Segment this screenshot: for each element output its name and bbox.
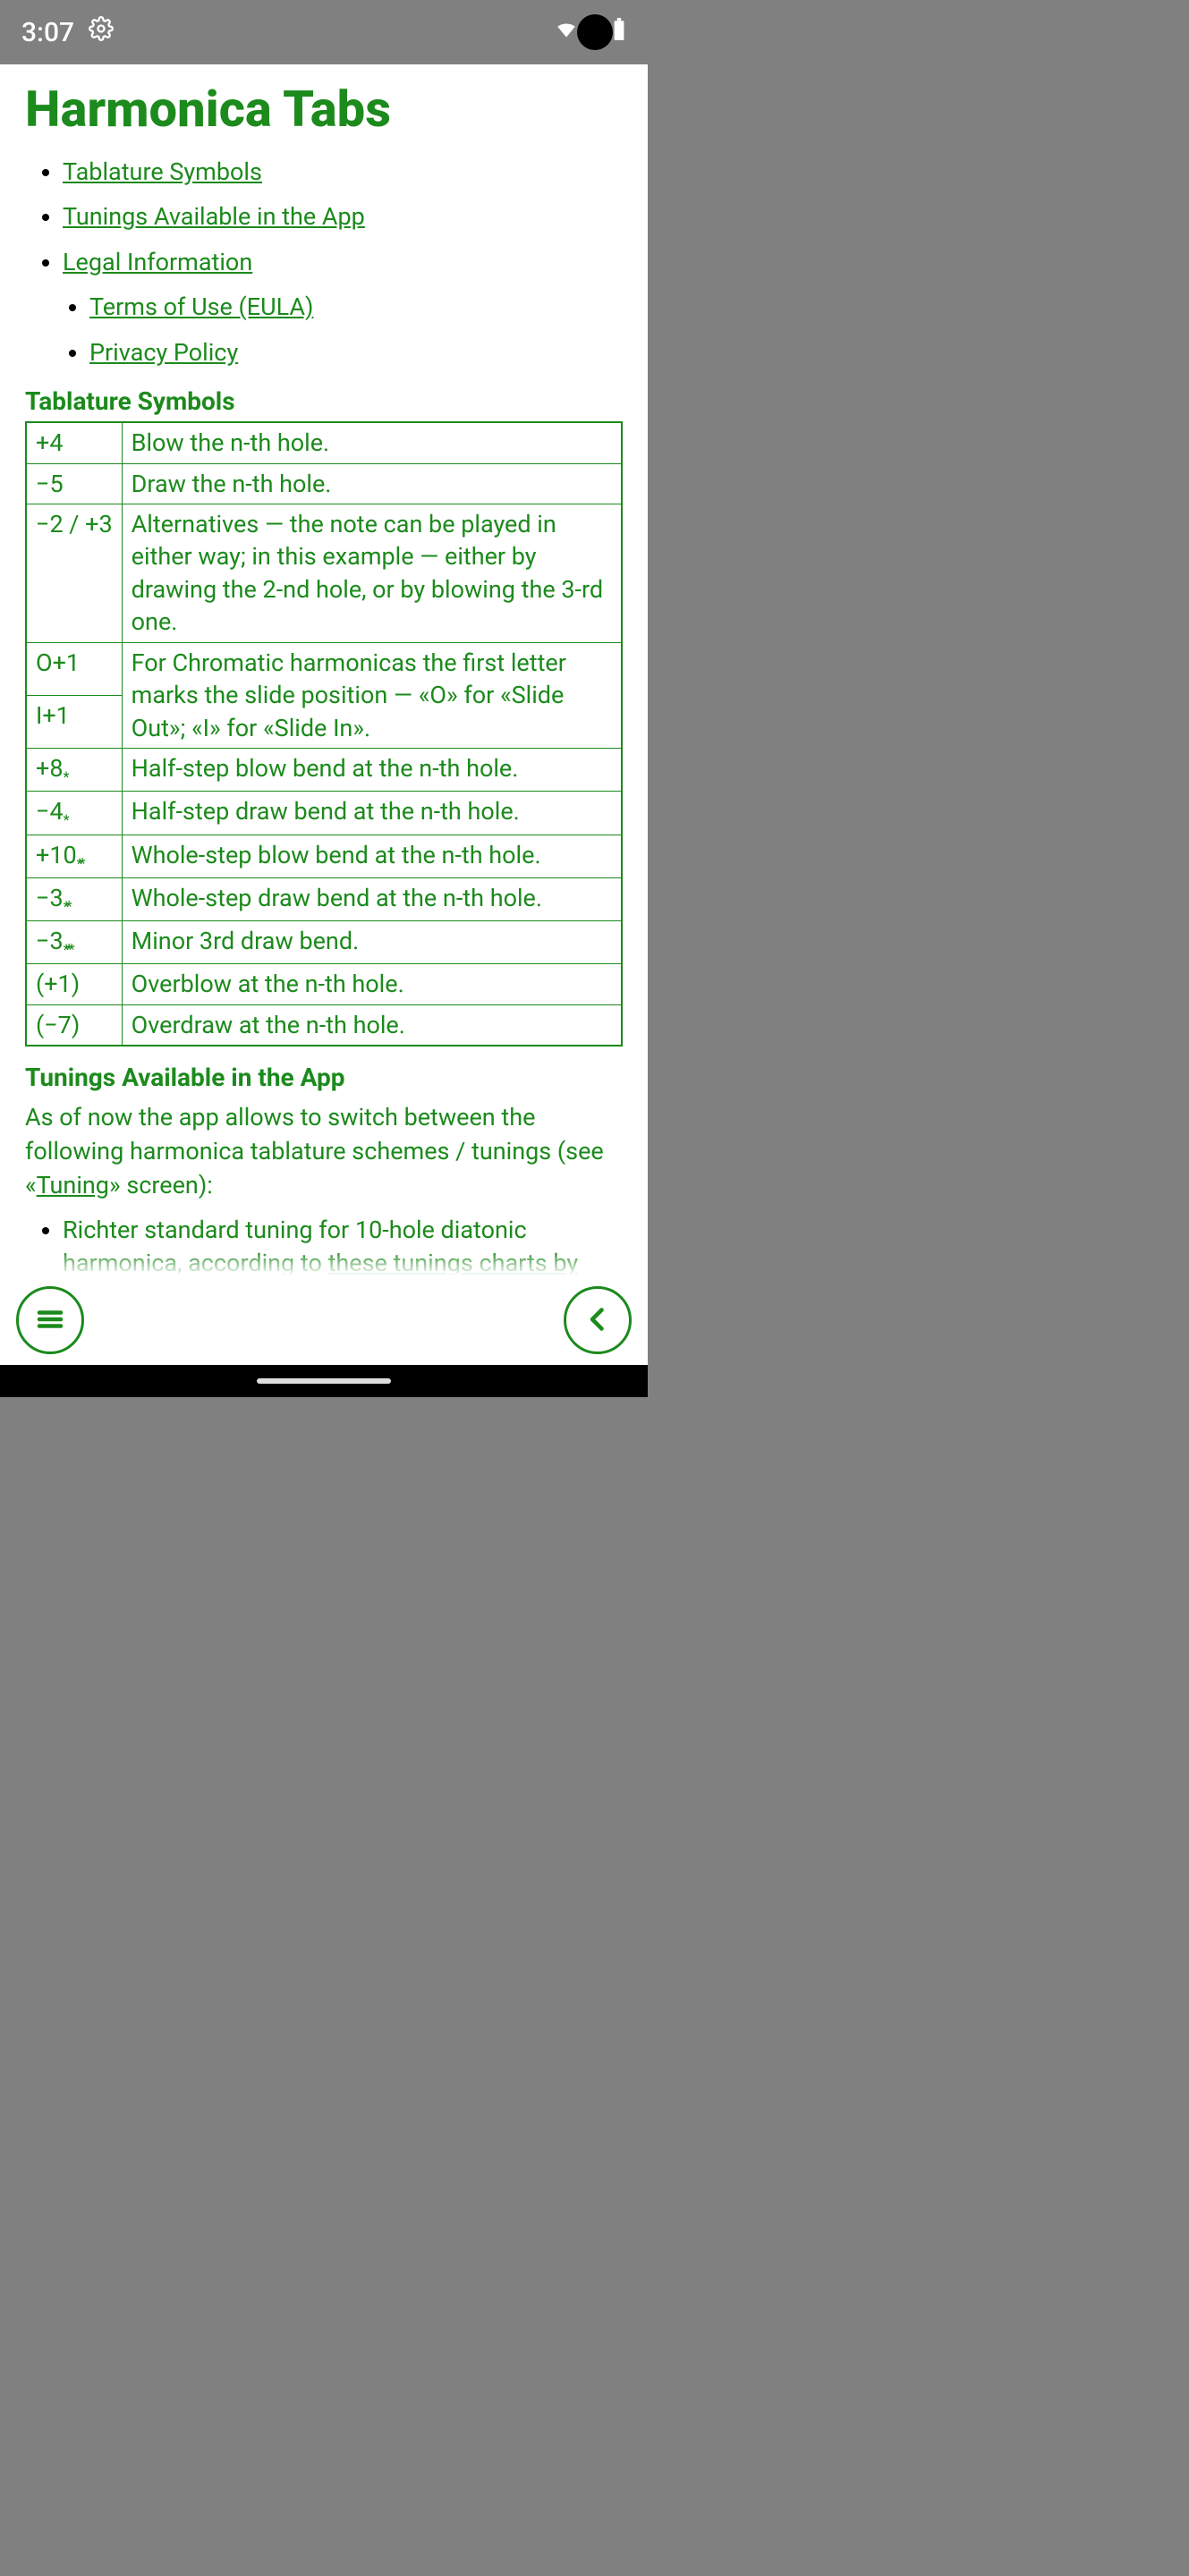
desc-cell: For Chromatic harmonicas the first lette…: [122, 642, 622, 748]
desc-cell: Whole-step draw bend at the n-th hole.: [122, 877, 622, 920]
toc-link-tunings[interactable]: Tunings Available in the App: [63, 202, 365, 231]
symbol-cell: (−7): [26, 1004, 122, 1046]
table-row: −3***Minor 3rd draw bend.: [26, 921, 622, 964]
battery-icon: [612, 17, 626, 48]
toc-link-terms[interactable]: Terms of Use (EULA): [89, 292, 313, 321]
system-nav-bar: [0, 1365, 648, 1397]
tuning-link[interactable]: Tuning: [37, 1171, 109, 1199]
symbol-cell: −3**: [26, 877, 122, 920]
symbol-cell: −3***: [26, 921, 122, 964]
bottom-bar: [0, 1275, 648, 1365]
table-row: −5Draw the n-th hole.: [26, 463, 622, 504]
desc-cell: Blow the n-th hole.: [122, 422, 622, 463]
symbol-cell: +8*: [26, 749, 122, 792]
tunings-intro: As of now the app allows to switch betwe…: [25, 1101, 623, 1202]
toc-link-privacy[interactable]: Privacy Policy: [89, 338, 238, 367]
symbol-cell: −4*: [26, 792, 122, 835]
menu-button[interactable]: [16, 1286, 84, 1354]
table-row: −2 / +3Alternatives — the note can be pl…: [26, 504, 622, 642]
tunings-list: Richter standard tuning for 10-hole diat…: [25, 1214, 623, 1275]
nav-pill[interactable]: [257, 1378, 391, 1384]
desc-cell: Alternatives — the note can be played in…: [122, 504, 622, 642]
desc-cell: Half-step blow bend at the n-th hole.: [122, 749, 622, 792]
desc-cell: Minor 3rd draw bend.: [122, 921, 622, 964]
desc-cell: Overblow at the n-th hole.: [122, 964, 622, 1004]
menu-icon: [34, 1303, 66, 1338]
table-row: +4Blow the n-th hole.: [26, 422, 622, 463]
camera-cutout: [577, 14, 613, 50]
symbol-cell: O+1: [26, 642, 122, 695]
table-row: −3**Whole-step draw bend at the n-th hol…: [26, 877, 622, 920]
table-row: (+1)Overblow at the n-th hole.: [26, 964, 622, 1004]
list-item: Richter standard tuning for 10-hole diat…: [63, 1214, 623, 1275]
toc-link-legal[interactable]: Legal Information: [63, 248, 252, 276]
section-heading-tunings: Tunings Available in the App: [25, 1063, 623, 1092]
gear-icon: [89, 16, 114, 48]
text: » screen):: [109, 1171, 213, 1199]
desc-cell: Whole-step blow bend at the n-th hole.: [122, 835, 622, 877]
table-row: +10**Whole-step blow bend at the n-th ho…: [26, 835, 622, 877]
symbol-cell: +10**: [26, 835, 122, 877]
desc-cell: Half-step draw bend at the n-th hole.: [122, 792, 622, 835]
symbol-cell: −5: [26, 463, 122, 504]
symbol-cell: −2 / +3: [26, 504, 122, 642]
content-scroll[interactable]: Harmonica Tabs Tablature Symbols Tunings…: [0, 64, 648, 1275]
chevron-left-icon: [582, 1303, 614, 1338]
table-of-contents: Tablature Symbols Tunings Available in t…: [25, 154, 623, 371]
desc-cell: Overdraw at the n-th hole.: [122, 1004, 622, 1046]
table-row: (−7)Overdraw at the n-th hole.: [26, 1004, 622, 1046]
symbols-table: +4Blow the n-th hole. −5Draw the n-th ho…: [25, 421, 623, 1046]
table-row: −4*Half-step draw bend at the n-th hole.: [26, 792, 622, 835]
status-bar: 3:07: [0, 0, 648, 64]
section-heading-symbols: Tablature Symbols: [25, 386, 623, 416]
back-button[interactable]: [564, 1286, 632, 1354]
symbol-cell: I+1: [26, 695, 122, 748]
wifi-icon: [555, 17, 578, 48]
table-row: O+1For Chromatic harmonicas the first le…: [26, 642, 622, 695]
page-title: Harmonica Tabs: [25, 82, 623, 138]
symbol-cell: +4: [26, 422, 122, 463]
table-row: +8*Half-step blow bend at the n-th hole.: [26, 749, 622, 792]
symbol-cell: (+1): [26, 964, 122, 1004]
status-time: 3:07: [21, 17, 74, 48]
desc-cell: Draw the n-th hole.: [122, 463, 622, 504]
toc-link-symbols[interactable]: Tablature Symbols: [63, 157, 262, 186]
